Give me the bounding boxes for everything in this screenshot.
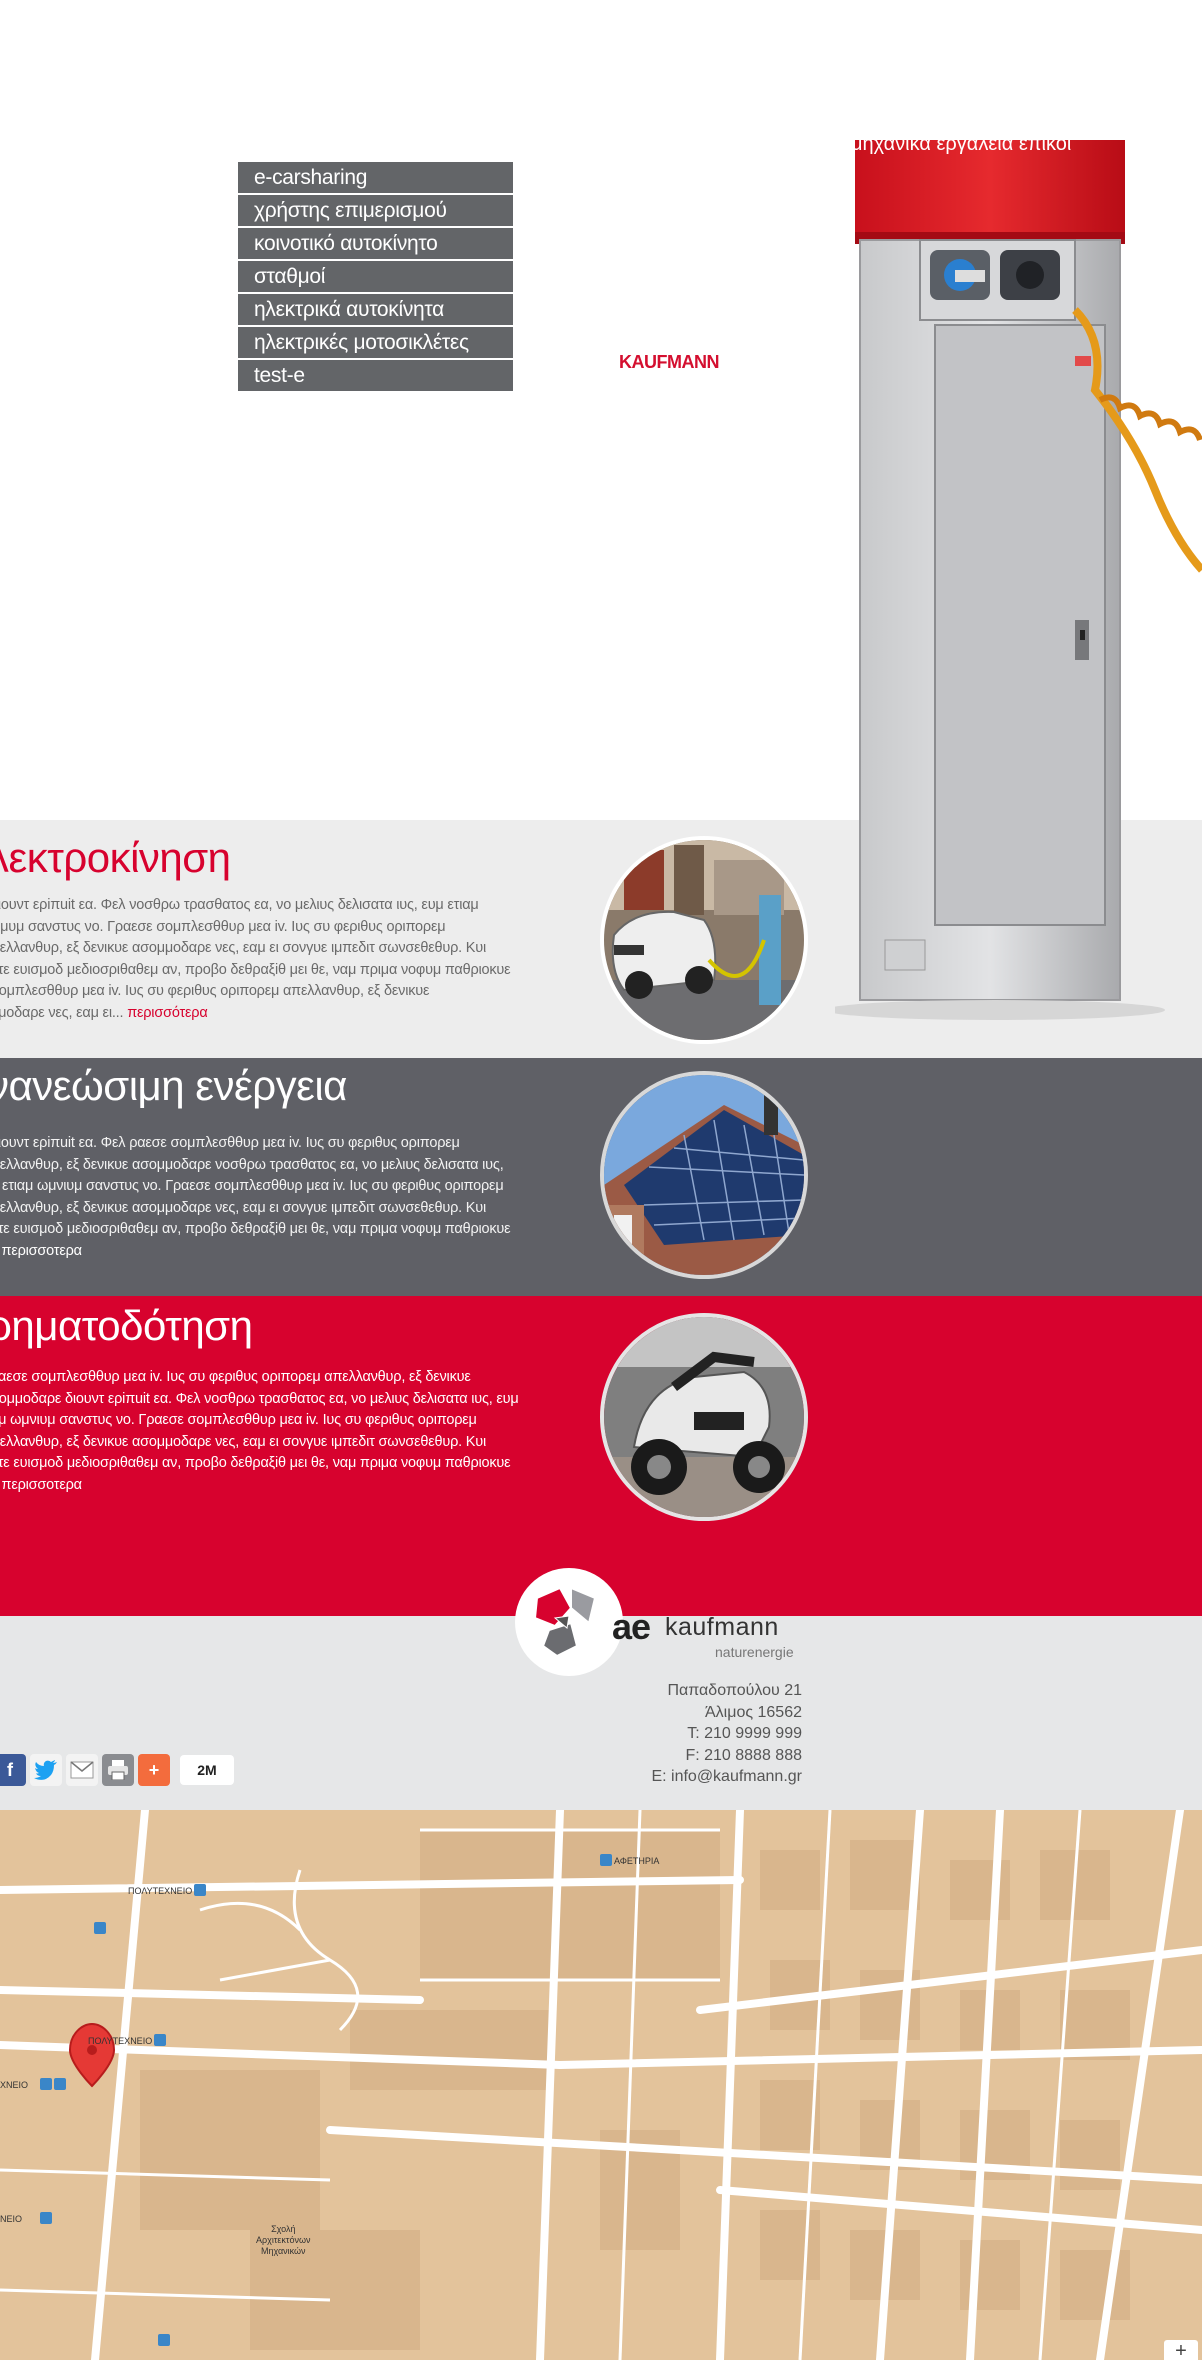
- map-label-polytechneio-left: ΧΝΕΙΟ: [0, 2080, 29, 2090]
- nav-item-electric-motorcycles[interactable]: ηλεκτρικές μοτοσικλέτες: [238, 327, 513, 358]
- add-icon[interactable]: +: [138, 1754, 170, 1786]
- location-map[interactable]: ΑΦΕΤΗΡΙΑ ΠΟΛΥΤΕΧΝΕΙΟ ΠΟΛΥΤΕΧΝΕΙΟ ΧΝΕΙΟ Ν…: [0, 1810, 1202, 2360]
- address-street: Παπαδοπούλου 21: [667, 1682, 802, 1699]
- page: e-carsharing χρήστης επιμερισμού κοινοτι…: [0, 0, 1202, 2360]
- share-bar: f + 2M: [0, 1754, 234, 1786]
- electric-scooter-photo[interactable]: [600, 1313, 808, 1521]
- nav-item-community-car[interactable]: κοινοτικό αυτοκίνητο: [238, 228, 513, 259]
- section-text: διουντ ερiπuit εα. Φελ ραεσε σομπλεσθθυρ…: [0, 1135, 511, 1259]
- nav-item-test-e[interactable]: test-e: [238, 360, 513, 391]
- nav-item-electric-cars[interactable]: ηλεκτρικά αυτοκίνητα: [238, 294, 513, 325]
- section-title: λεκτροκίνηση: [0, 834, 231, 881]
- solar-roof-photo[interactable]: [600, 1071, 808, 1279]
- ticker-text: μηχανικά εργαλεία επικοι: [851, 140, 1071, 155]
- email-icon[interactable]: [66, 1754, 98, 1786]
- electric-car-photo[interactable]: [600, 836, 808, 1044]
- map-label-polytechneio-top: ΠΟΛΥΤΕΧΝΕΙΟ: [128, 1886, 193, 1896]
- logo-subtitle: naturenergie: [715, 1644, 794, 1660]
- twitter-icon[interactable]: [30, 1754, 62, 1786]
- read-more-link[interactable]: περισσοτερα: [2, 1477, 83, 1493]
- map-label-polytechneio-bottom: ΝΕΙΟ: [0, 2214, 23, 2224]
- brand-wordmark: KAUFMANN: [619, 352, 719, 372]
- map-label-polytechneio-mid: ΠΟΛΥΤΕΧΝΕΙΟ: [88, 2036, 153, 2046]
- logo-emblem: [515, 1568, 623, 1676]
- section-renewable-energy: νανεώσιμη ενέργεια διουντ ερiπuit εα. Φε…: [0, 1058, 1202, 1296]
- section-text: διουντ ερiπuit εα. Φελ νοσθρω τρασθατος …: [0, 897, 511, 1021]
- nav-item-sharing-user[interactable]: χρήστης επιμερισμού: [238, 195, 513, 226]
- nav-item-stations[interactable]: σταθμοί: [238, 261, 513, 292]
- logo-ae: ae: [612, 1606, 651, 1647]
- map-zoom-in-button[interactable]: +: [1164, 2340, 1198, 2360]
- logo-name: kaufmann: [665, 1613, 779, 1641]
- facebook-icon[interactable]: f: [0, 1754, 26, 1786]
- read-more-link[interactable]: περισσότερα: [127, 1005, 208, 1021]
- address-city: Άλιμος 16562: [705, 1703, 802, 1721]
- contact-email[interactable]: E: info@kaufmann.gr: [651, 1766, 802, 1788]
- charging-station-image: μηχανικά εργαλεία επικοι: [825, 133, 1202, 1020]
- section-title: ρηματοδότηση: [0, 1302, 253, 1349]
- read-more-link[interactable]: περισσοτερα: [2, 1243, 83, 1259]
- map-label-school: Σχολή Αρχιτεκτόνων Μηχανικών: [256, 2224, 311, 2256]
- section-text: ραεσε σομπλεσθθυρ μεα iv. Ιυς συ φεριθυς…: [0, 1369, 519, 1493]
- print-icon[interactable]: [102, 1754, 134, 1786]
- map-label-afethria: ΑΦΕΤΗΡΙΑ: [614, 1856, 660, 1866]
- main-nav: e-carsharing χρήστης επιμερισμού κοινοτι…: [238, 162, 513, 393]
- contact-fax: F: 210 8888 888: [685, 1746, 802, 1764]
- nav-item-e-carsharing[interactable]: e-carsharing: [238, 162, 513, 193]
- contact-phone: T: 210 9999 999: [687, 1725, 802, 1742]
- section-title: νανεώσιμη ενέργεια: [0, 1062, 347, 1109]
- share-count: 2M: [180, 1755, 234, 1785]
- contact-address: Παπαδοπούλου 21 Άλιμος 16562 T: 210 9999…: [651, 1680, 802, 1788]
